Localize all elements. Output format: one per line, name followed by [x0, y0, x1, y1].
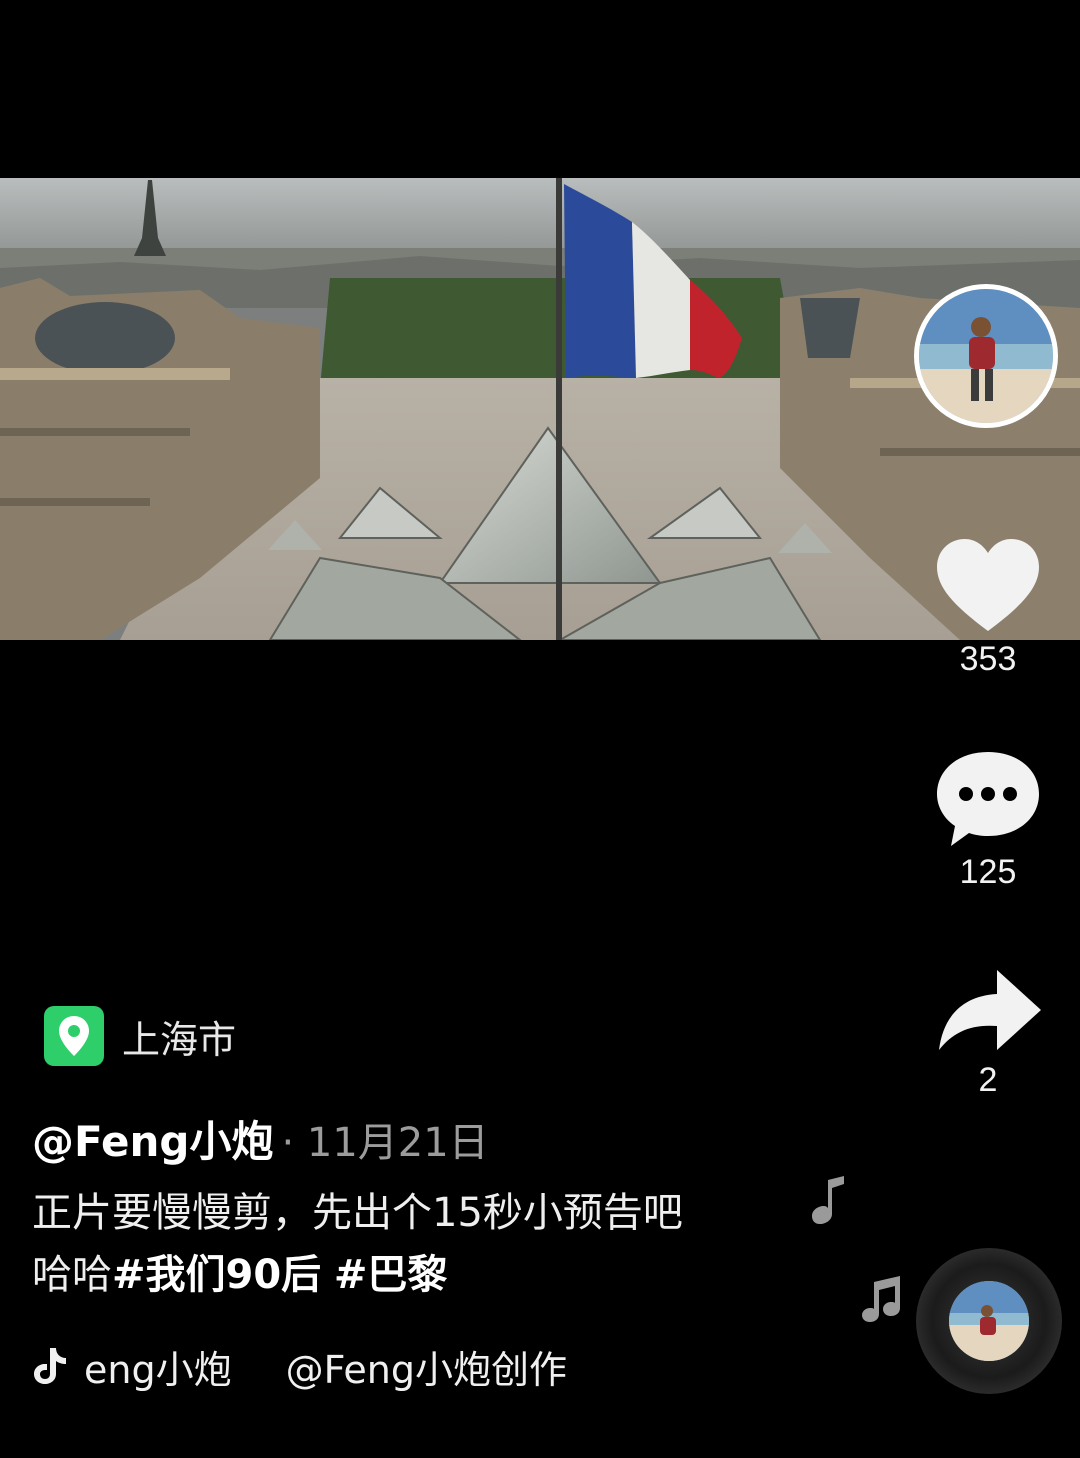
- comment-count: 125: [959, 853, 1017, 891]
- share-arrow-icon: [939, 970, 1041, 1050]
- author-line: @Feng小炮 · 11月21日: [32, 1108, 489, 1166]
- video-frame-louvre: [0, 178, 1080, 640]
- caption-line: 正片要慢慢剪，先出个15秒小预告吧: [32, 1190, 683, 1236]
- post-caption: 正片要慢慢剪，先出个15秒小预告吧 哈哈#我们90后 #巴黎: [32, 1182, 792, 1306]
- hashtag-link[interactable]: #巴黎: [334, 1252, 448, 1298]
- music-disc[interactable]: [916, 1248, 1062, 1394]
- music-track: eng小炮: [84, 1347, 232, 1392]
- author-name[interactable]: @Feng小炮: [32, 1108, 273, 1169]
- hashtag-link[interactable]: #我们90后: [112, 1252, 321, 1298]
- location-tag[interactable]: 上海市: [44, 1005, 236, 1067]
- video-player[interactable]: [0, 178, 1080, 640]
- disc-cover-photo: [949, 1281, 1029, 1361]
- like-button[interactable]: 353: [928, 535, 1048, 679]
- caption-text: 哈哈: [32, 1252, 112, 1298]
- music-info[interactable]: eng小炮 @Feng小炮创作: [32, 1338, 567, 1394]
- like-count: 353: [959, 640, 1017, 678]
- comment-bubble-icon: [937, 752, 1039, 846]
- tiktok-note-icon: [34, 1348, 66, 1384]
- video-feed-screen: 353 125 2 上海市 @Feng小炮 · 11月21日 正片要慢慢剪，先出…: [0, 0, 1080, 1458]
- share-count: 2: [978, 1061, 998, 1099]
- location-label: 上海市: [122, 1017, 237, 1062]
- music-credit: @Feng小炮创作: [285, 1347, 567, 1392]
- caption-line: 哈哈#我们90后 #巴黎: [32, 1244, 792, 1306]
- location-badge: [44, 1006, 104, 1066]
- location-pin-icon: [59, 1016, 89, 1056]
- avatar-photo: [919, 289, 1053, 423]
- creator-avatar[interactable]: [914, 284, 1058, 428]
- heart-icon: [937, 539, 1039, 631]
- post-date: · 11月21日: [281, 1120, 489, 1166]
- music-note-icon: [812, 1176, 844, 1224]
- comment-button[interactable]: 125: [928, 748, 1048, 892]
- music-notes-icon: [862, 1276, 900, 1322]
- disc-cover: [949, 1281, 1029, 1361]
- share-button[interactable]: 2: [928, 966, 1048, 1100]
